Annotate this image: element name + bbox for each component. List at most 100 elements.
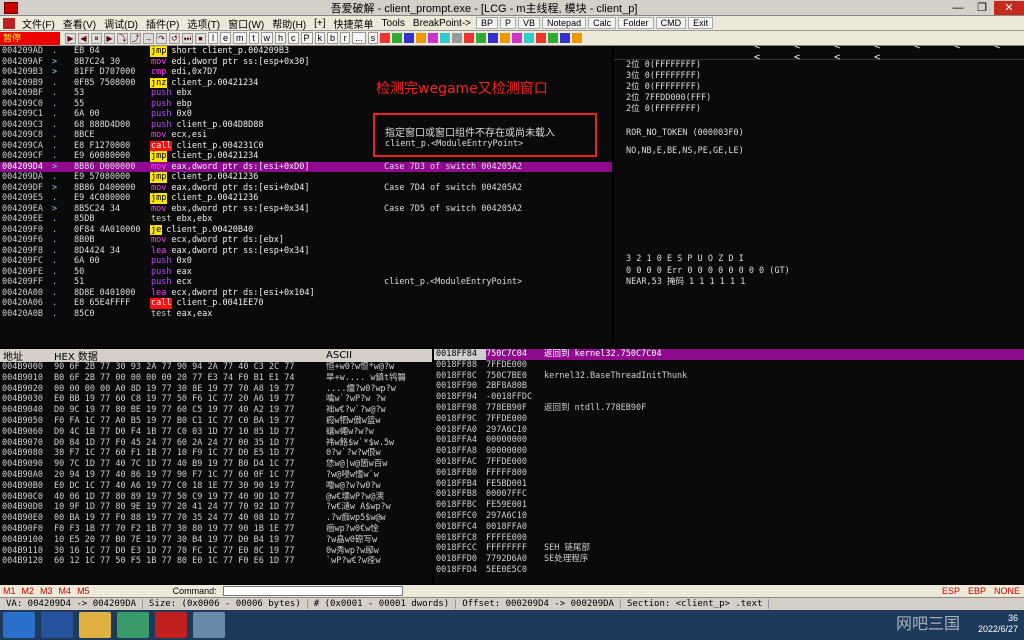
command-input[interactable]	[222, 586, 403, 596]
window-shortcut-button[interactable]: P	[300, 32, 313, 44]
tool-button[interactable]: Exit	[688, 17, 714, 29]
menu-item[interactable]: 查看(V)	[59, 16, 100, 31]
register-line[interactable]: NO,NB,E,BE,NS,PE,GE,LE)	[626, 146, 744, 157]
plugin-icon[interactable]	[476, 33, 487, 43]
hex-row[interactable]: 004B90E0 00 BA 19 77 F0 88 19 77 70 35 24…	[0, 513, 432, 524]
debug-step-icon[interactable]: ⏭	[182, 32, 193, 44]
hex-header-address[interactable]: 地址	[0, 349, 54, 363]
window-shortcut-button[interactable]: h	[275, 32, 287, 44]
disasm-row[interactable]: 004209EE. 85DB test ebx,ebx	[0, 214, 612, 225]
hex-row[interactable]: 004B90C0 40 06 1D 77 80 89 19 77 50 C9 19…	[0, 492, 432, 503]
menu-item[interactable]: Tools	[378, 18, 409, 29]
debugger-task-icon[interactable]	[155, 612, 187, 638]
stack-row[interactable]: 0018FF9C 7FFDE000	[434, 414, 1024, 425]
register-line[interactable]: ROR_NO_TOKEN (000003F0)	[626, 128, 744, 139]
plugin-icon[interactable]	[572, 33, 583, 43]
menu-item[interactable]: 窗口(W)	[224, 16, 268, 31]
system-menu-icon[interactable]	[3, 17, 15, 29]
window-shortcut-button[interactable]: l	[208, 32, 218, 44]
disasm-row[interactable]: 004209D4 >8B86 D000000 mov eax,dword ptr ds…	[0, 161, 612, 172]
debug-step-icon[interactable]: ⏹	[195, 32, 206, 44]
plugin-icon[interactable]	[560, 33, 571, 43]
plugin-icon[interactable]	[524, 33, 535, 43]
hex-row[interactable]: 004B90A0 20 94 19 77 40 86 19 77 90 F7 1C…	[0, 470, 432, 481]
clock[interactable]: 36 2022/6/27	[978, 613, 1018, 635]
hex-row[interactable]: 004B9010 B0 6F 2B 77 00 00 00 00 20 77 E3…	[0, 373, 432, 384]
tool-button[interactable]: BP	[476, 17, 499, 29]
disasm-row[interactable]: 004209AF >8B7C24 30 mov edi,dword ptr ss:[e…	[0, 57, 612, 68]
stack-row[interactable]: 0018FF94 -0018FFDC	[434, 392, 1024, 403]
stack-row[interactable]: 0018FFC4 0018FFA0	[434, 522, 1024, 533]
tool-button[interactable]: P	[500, 17, 517, 29]
stack-row[interactable]: 0018FFA0 297A6C10	[434, 425, 1024, 436]
stack-row[interactable]: 0018FFD4 5EE0E5C0	[434, 565, 1024, 576]
plugin-icon[interactable]	[500, 33, 511, 43]
menu-item[interactable]: 文件(F)	[18, 16, 59, 31]
window-shortcut-button[interactable]: ...	[352, 32, 366, 44]
debug-step-icon[interactable]: ↷	[156, 32, 167, 44]
menu-item[interactable]: BreakPoint->	[409, 18, 475, 29]
stack-row[interactable]: 0018FFB8 00007FFC	[434, 489, 1024, 500]
hex-row[interactable]: 004B90F0 F0 F3 1B 77 70 F2 1B 77 30 80 19…	[0, 524, 432, 535]
stack-row[interactable]: 0018FFC0 297A6C10	[434, 511, 1024, 522]
tool-button[interactable]: VB	[518, 17, 541, 29]
registers-pane[interactable]: < < < < < < < < < < < 2位 0(FFFFFFFF) 3位 0…	[614, 46, 1024, 347]
window-shortcut-button[interactable]: r	[340, 32, 351, 44]
stack-row[interactable]: 0018FFA8 00000000	[434, 446, 1024, 457]
plugin-icon[interactable]	[488, 33, 499, 43]
start-icon[interactable]	[3, 612, 35, 638]
stack-row[interactable]: 0018FFA4 00000000	[434, 435, 1024, 446]
hex-row[interactable]: 004B9040 D0 9C 19 77 80 BE 19 77 60 C5 19…	[0, 405, 432, 416]
register-line[interactable]: 2位 0(FFFFFFFF)	[626, 60, 701, 71]
debug-step-icon[interactable]: ⏸	[91, 32, 102, 44]
register-line[interactable]: 0 0 0 0 Err 0 0 0 0 0 0 0 0 (GT)	[626, 266, 790, 277]
register-line[interactable]: 3位 0(FFFFFFFF)	[626, 71, 701, 82]
hex-row[interactable]: 004B9060 D0 4C 1B 77 D0 F4 1B 77 C0 03 1D…	[0, 427, 432, 438]
debug-step-icon[interactable]: ↺	[169, 32, 180, 44]
hex-row[interactable]: 004B9000 90 6F 2B 77 30 93 2A 77 90 94 2A…	[0, 362, 432, 373]
stack-row[interactable]: 0018FF8C 750C7BE0 kernel32.BaseThreadInitT…	[434, 371, 1024, 382]
powershell-icon[interactable]	[41, 612, 73, 638]
hex-header-data[interactable]: HEX 数据	[54, 349, 326, 363]
plugin-icon[interactable]	[428, 33, 439, 43]
disasm-row[interactable]: 004209F6. 8B0B mov ecx,dword ptr ds:[ebx]	[0, 235, 612, 246]
disasm-row[interactable]: 004209E5. E9 4C080000 jmp client_p.00421236	[0, 193, 612, 204]
disasm-row[interactable]: 00420A06. E8 65E4FFFF call client_p.0041EE7…	[0, 298, 612, 309]
debug-step-icon[interactable]: ▶	[65, 32, 76, 44]
app-task-icon[interactable]	[193, 612, 225, 638]
menu-item[interactable]: 插件(P)	[142, 16, 183, 31]
menu-item[interactable]: 快捷菜单	[330, 16, 378, 31]
plugin-icon[interactable]	[536, 33, 547, 43]
stack-row[interactable]: 0018FFC8 FFFFE000	[434, 533, 1024, 544]
hex-row[interactable]: 004B9050 F0 FA 1C 77 A0 B5 19 77 B0 C1 1C…	[0, 416, 432, 427]
hex-row[interactable]: 004B9070 D0 84 1D 77 F0 45 24 77 60 2A 24…	[0, 438, 432, 449]
plugin-icon[interactable]	[404, 33, 415, 43]
disasm-row[interactable]: 004209DA. E9 57080000 jmp client_p.00421236	[0, 172, 612, 183]
menu-item[interactable]: [+]	[310, 18, 329, 29]
register-line[interactable]: 2位 0(FFFFFFFF)	[626, 82, 701, 93]
window-shortcut-button[interactable]: k	[314, 32, 326, 44]
plugin-icon[interactable]	[440, 33, 451, 43]
hex-row[interactable]: 004B9110 30 16 1C 77 D0 E3 1D 77 70 FC 1C…	[0, 546, 432, 557]
register-line[interactable]: 2位 0(FFFFFFFF)	[626, 104, 701, 115]
plugin-icon[interactable]	[452, 33, 463, 43]
hex-row[interactable]: 004B9030 E0 BB 19 77 60 C8 19 77 50 F6 1C…	[0, 394, 432, 405]
debug-step-icon[interactable]: ▶	[104, 32, 115, 44]
close-button[interactable]: ✕	[994, 0, 1024, 15]
disasm-row[interactable]: 00420A00. 8D8E 0401000 lea ecx,dword ptr ds…	[0, 288, 612, 299]
stack-mode-button[interactable]: ESP	[938, 586, 964, 596]
memory-tab[interactable]: M4	[56, 586, 75, 596]
hex-row[interactable]: 004B9080 30 F7 1C 77 60 F1 1B 77 10 F9 1C…	[0, 448, 432, 459]
hex-row[interactable]: 004B90D0 10 9F 1D 77 80 9E 19 77 20 41 24…	[0, 502, 432, 513]
minimize-button[interactable]: —	[946, 1, 970, 15]
hex-row[interactable]: 004B9020 00 00 00 00 A0 8D 19 77 30 8E 19…	[0, 384, 432, 395]
hex-dump-pane[interactable]: 地址 HEX 数据 ASCII 004B9000 90 6F 2B 77 30 9…	[0, 349, 432, 584]
register-line[interactable]: 3 2 1 0 E S P U O Z D I	[626, 254, 744, 265]
menu-item[interactable]: 选项(T)	[183, 16, 224, 31]
folder-icon[interactable]	[79, 612, 111, 638]
network-icon[interactable]	[117, 612, 149, 638]
hex-row[interactable]: 004B90B0 E0 DC 1C 77 40 A6 19 77 C0 18 1E…	[0, 481, 432, 492]
window-shortcut-button[interactable]: s	[367, 32, 379, 44]
debug-step-icon[interactable]: ⤴	[130, 32, 141, 44]
window-shortcut-button[interactable]: m	[233, 32, 247, 44]
